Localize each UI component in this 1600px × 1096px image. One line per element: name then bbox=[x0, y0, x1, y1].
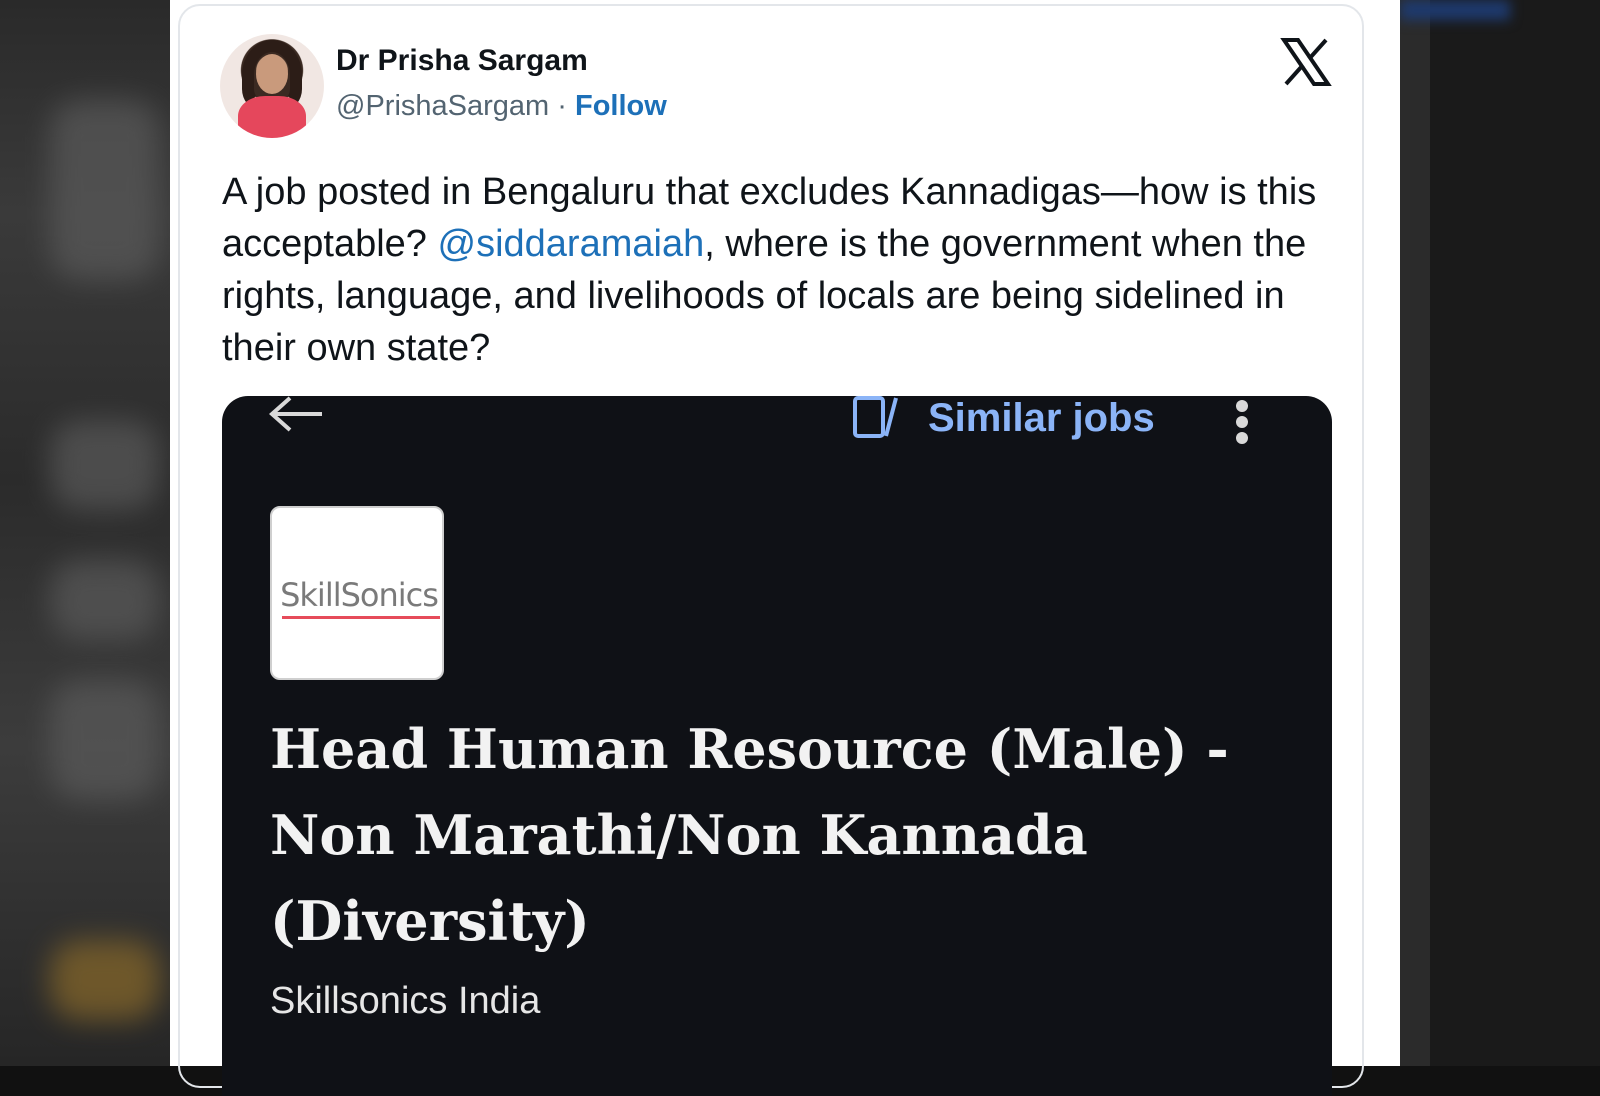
background-right bbox=[1400, 0, 1600, 1066]
x-logo-icon[interactable] bbox=[1280, 36, 1332, 88]
tweet-card: Dr Prisha Sargam @PrishaSargam · Follow … bbox=[170, 0, 1400, 1096]
embedded-job-image[interactable]: Similar jobs SkillSonics Head Human Reso… bbox=[222, 396, 1332, 1096]
tweet-text: A job posted in Bengaluru that excludes … bbox=[222, 166, 1342, 374]
tweet-card-border: Dr Prisha Sargam @PrishaSargam · Follow … bbox=[178, 4, 1364, 1096]
author-handle[interactable]: @PrishaSargam bbox=[336, 90, 549, 122]
author-name[interactable]: Dr Prisha Sargam bbox=[336, 44, 588, 78]
more-options-icon bbox=[1234, 400, 1250, 444]
job-title: Head Human Resource (Male) - Non Marathi… bbox=[270, 717, 1229, 953]
avatar[interactable] bbox=[220, 34, 324, 138]
similar-jobs-icon bbox=[853, 396, 898, 438]
back-arrow-icon bbox=[268, 396, 322, 432]
mention-link[interactable]: @siddaramaiah bbox=[438, 223, 705, 265]
similar-jobs-label: Similar jobs bbox=[928, 396, 1155, 440]
follow-button[interactable]: Follow bbox=[575, 90, 667, 122]
company-name: Skillsonics India bbox=[270, 980, 541, 1022]
company-logo: SkillSonics bbox=[270, 506, 444, 680]
separator: · bbox=[557, 90, 567, 122]
handle-row: @PrishaSargam · Follow bbox=[336, 90, 667, 123]
background-left bbox=[0, 0, 170, 1066]
company-logo-text: SkillSonics bbox=[280, 576, 439, 614]
